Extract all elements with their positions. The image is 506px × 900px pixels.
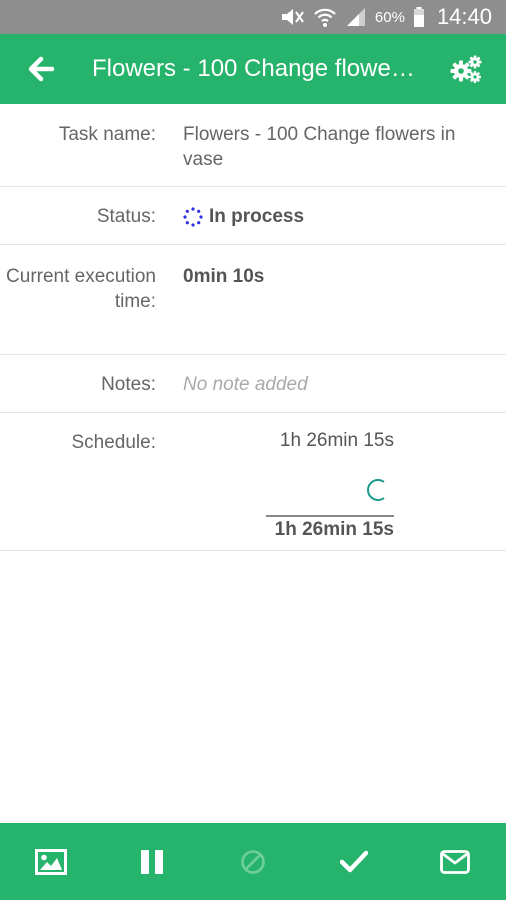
schedule-divider xyxy=(266,515,394,517)
schedule-item-time: 1h 26min 15s xyxy=(279,430,394,451)
mute-icon xyxy=(279,6,305,28)
schedule-total: 1h 26min 15s xyxy=(274,519,394,540)
add-image-button[interactable] xyxy=(0,823,101,900)
app-bar: Flowers - 100 Change flowe… xyxy=(0,34,506,104)
back-arrow-icon xyxy=(28,56,55,82)
clock: 14:40 xyxy=(436,4,492,29)
execution-time-row: Current execution time: 0min 10s xyxy=(0,245,506,355)
page-title: Flowers - 100 Change flowe… xyxy=(92,55,415,82)
bottom-action-bar xyxy=(0,823,506,900)
status-row: Status: In process xyxy=(0,187,506,245)
status-value: In process xyxy=(209,206,305,227)
task-details: Task name: Flowers - 100 Change flowers … xyxy=(0,104,506,551)
task-name-label: Task name: xyxy=(58,124,156,145)
schedule-row: Schedule: 1h 26min 15s 1h 26min 15s xyxy=(0,413,506,551)
battery-icon xyxy=(413,6,425,28)
schedule-label: Schedule: xyxy=(71,432,156,453)
settings-gears-icon xyxy=(450,55,482,83)
notes-label: Notes: xyxy=(101,374,156,395)
notes-value[interactable]: No note added xyxy=(166,355,506,412)
in-process-spinner-icon xyxy=(183,206,203,227)
execution-time-value: 0min 10s xyxy=(183,266,265,287)
settings-button[interactable] xyxy=(436,34,496,104)
signal-icon xyxy=(345,6,367,28)
task-name-value: Flowers - 100 Change flowers in vase xyxy=(183,124,456,170)
mail-icon xyxy=(440,849,471,874)
pause-icon xyxy=(140,849,163,874)
wifi-icon xyxy=(313,6,337,28)
notes-row[interactable]: Notes: No note added xyxy=(0,355,506,413)
battery-percent: 60% xyxy=(374,8,405,26)
image-icon xyxy=(34,848,67,875)
schedule-progress-spinner-icon xyxy=(367,479,385,501)
check-icon xyxy=(340,850,369,872)
back-button[interactable] xyxy=(6,34,76,104)
pause-button[interactable] xyxy=(101,823,202,900)
execution-time-label: Current execution time: xyxy=(6,266,156,312)
mail-button[interactable] xyxy=(405,823,506,900)
system-status-bar: 60% 14:40 xyxy=(0,0,506,34)
cancel-icon xyxy=(241,849,265,874)
status-label: Status: xyxy=(96,206,156,227)
cancel-button[interactable] xyxy=(202,823,303,900)
complete-button[interactable] xyxy=(304,823,405,900)
task-name-row: Task name: Flowers - 100 Change flowers … xyxy=(0,104,506,187)
